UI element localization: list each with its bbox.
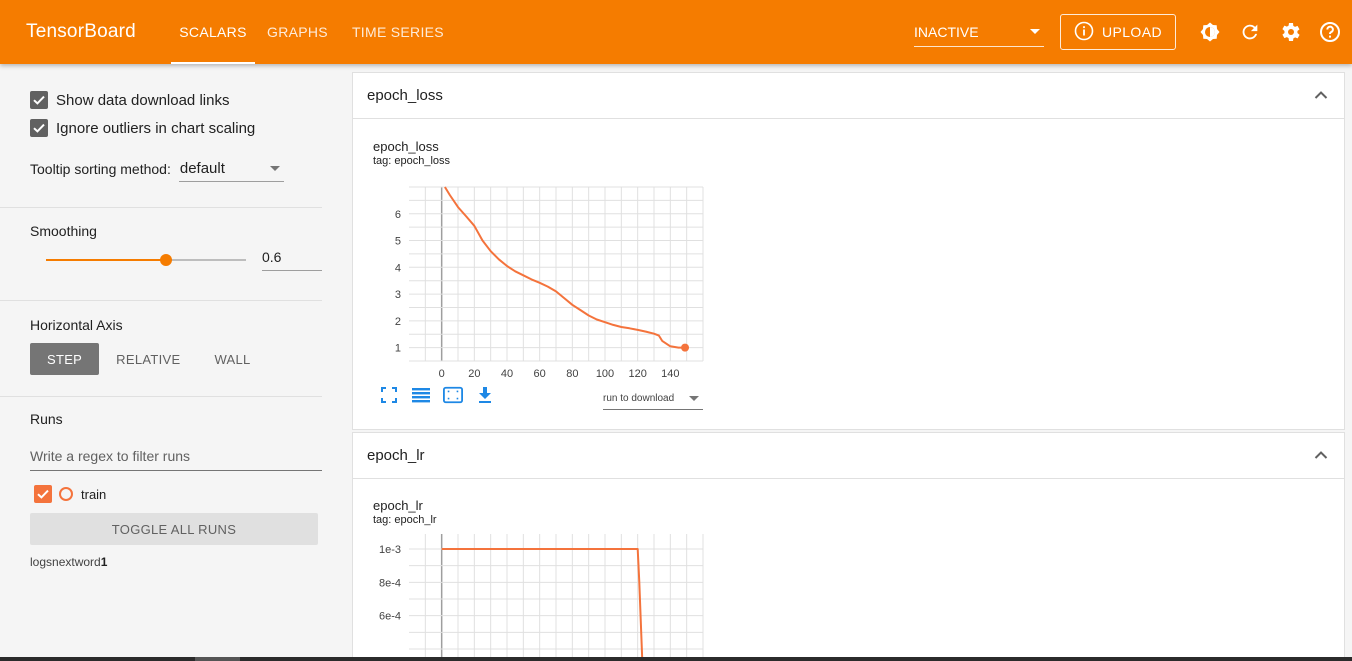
smoothing-section: Smoothing 0.6: [0, 208, 322, 301]
x-tick-label: 0: [439, 368, 445, 380]
smoothing-slider-fill: [46, 259, 166, 261]
toggle-all-runs-button[interactable]: TOGGLE ALL RUNS: [30, 513, 318, 545]
chart-title: epoch_loss: [373, 139, 439, 154]
fit-domain-icon[interactable]: [443, 385, 463, 405]
theme-toggle-icon[interactable]: [1190, 12, 1230, 52]
tag-group-header[interactable]: epoch_loss: [353, 73, 1344, 119]
chevron-down-icon: [689, 396, 699, 401]
show-download-links-option[interactable]: Show data download links: [0, 86, 322, 114]
epoch-loss-chart[interactable]: 1234560 20 40 60 80 100 120 140: [373, 170, 733, 390]
runs-section: Runs Write a regex to filter runs train …: [0, 397, 338, 569]
help-icon[interactable]: [1310, 12, 1350, 52]
show-download-links-label: Show data download links: [56, 91, 230, 109]
general-settings-section: Show data download links Ignore outliers…: [0, 64, 322, 208]
download-icon[interactable]: [475, 385, 495, 405]
y-tick-label: 2: [395, 316, 401, 328]
smoothing-value-input[interactable]: 0.6: [262, 243, 322, 271]
axis-wall-button[interactable]: WALL: [197, 343, 267, 375]
checkbox-checked-icon[interactable]: [30, 119, 48, 137]
ignore-outliers-option[interactable]: Ignore outliers in chart scaling: [0, 114, 322, 142]
horizontal-axis-toggle: STEP RELATIVE WALL: [0, 343, 322, 375]
smoothing-label: Smoothing: [30, 223, 97, 239]
tag-group-header[interactable]: epoch_lr: [353, 433, 1344, 479]
tab-time-series[interactable]: TIME SERIES: [340, 0, 456, 64]
y-tick-label: 1: [395, 343, 401, 355]
run-item-train[interactable]: train: [0, 479, 338, 509]
ignore-outliers-label: Ignore outliers in chart scaling: [56, 119, 256, 137]
upload-button[interactable]: UPLOAD: [1060, 14, 1176, 50]
chart-tag: tag: epoch_lr: [373, 514, 437, 526]
upload-label: UPLOAD: [1102, 24, 1162, 40]
epoch-lr-chart[interactable]: 1e-3 8e-4 6e-4: [373, 529, 733, 661]
scalars-main-pane: epoch_loss epoch_loss tag: epoch_loss 12…: [352, 64, 1352, 661]
y-tick-label: 3: [395, 289, 401, 301]
fullscreen-icon[interactable]: [379, 385, 399, 405]
tab-graphs[interactable]: GRAPHS: [255, 0, 340, 64]
x-tick-label: 100: [596, 368, 614, 380]
tooltip-sorting-value: default: [179, 160, 225, 177]
chevron-up-icon[interactable]: [1314, 447, 1328, 464]
chevron-down-icon: [269, 166, 280, 171]
refresh-icon[interactable]: [1230, 12, 1270, 52]
run-filter-input[interactable]: Write a regex to filter runs: [30, 441, 322, 471]
y-tick-label: 6: [395, 209, 401, 221]
plugin-status-value: INACTIVE: [914, 23, 979, 40]
horizontal-axis-label: Horizontal Axis: [30, 317, 123, 333]
x-tick-label: 40: [501, 368, 513, 380]
run-to-download-select[interactable]: run to download: [603, 388, 703, 410]
plugin-status-select[interactable]: INACTIVE: [914, 17, 1044, 47]
x-tick-label: 120: [628, 368, 646, 380]
tag-group-epoch-lr: epoch_lr epoch_lr tag: epoch_lr 1e-3 8e-4…: [352, 432, 1345, 661]
series-endpoint-marker: [681, 343, 690, 352]
toggle-log-scale-icon[interactable]: [411, 385, 431, 405]
smoothing-slider[interactable]: [46, 254, 246, 266]
logdir-prefix: logsnextword: [30, 555, 101, 569]
y-tick-label: 6e-4: [379, 611, 401, 623]
y-tick-label: 8e-4: [379, 577, 401, 589]
settings-sidebar: Show data download links Ignore outliers…: [0, 64, 338, 661]
x-tick-label: 60: [534, 368, 546, 380]
x-tick-label: 20: [468, 368, 480, 380]
tag-group-epoch-loss: epoch_loss epoch_loss tag: epoch_loss 12…: [352, 72, 1345, 430]
run-name: train: [81, 486, 107, 502]
axis-relative-button[interactable]: RELATIVE: [99, 343, 197, 375]
run-to-download-label: run to download: [603, 393, 675, 404]
tab-scalars[interactable]: SCALARS: [171, 0, 255, 64]
y-tick-label: 4: [395, 262, 401, 274]
checkbox-checked-icon[interactable]: [30, 91, 48, 109]
top-app-bar: TensorBoard SCALARS GRAPHS TIME SERIES I…: [0, 0, 1352, 64]
app-brand: TensorBoard: [26, 21, 136, 42]
run-color-circle-icon[interactable]: [59, 487, 73, 501]
tag-group-title: epoch_loss: [367, 87, 443, 104]
scrollbar-thumb[interactable]: [195, 657, 240, 661]
tooltip-sorting-label: Tooltip sorting method:: [30, 161, 171, 177]
runs-label: Runs: [30, 411, 63, 427]
logdir-suffix: 1: [100, 555, 108, 569]
x-tick-label: 140: [661, 368, 679, 380]
checkbox-checked-icon[interactable]: [34, 485, 52, 503]
chart-title: epoch_lr: [373, 498, 423, 513]
x-tick-label: 80: [566, 368, 578, 380]
tooltip-sorting-select[interactable]: default: [178, 156, 284, 182]
info-icon: [1074, 21, 1094, 44]
chevron-down-icon: [1030, 29, 1040, 34]
logdir-label: logsnextword1: [0, 555, 338, 569]
tooltip-sorting-row: Tooltip sorting method: default: [0, 156, 322, 182]
tag-group-title: epoch_lr: [367, 447, 425, 464]
window-bottom-edge: [0, 657, 1352, 661]
chevron-up-icon[interactable]: [1314, 87, 1328, 104]
smoothing-slider-row: 0.6: [0, 239, 322, 279]
chart-tag: tag: epoch_loss: [373, 155, 451, 167]
horizontal-axis-section: Horizontal Axis STEP RELATIVE WALL: [0, 301, 322, 397]
smoothing-slider-thumb[interactable]: [160, 254, 172, 266]
y-tick-label: 1e-3: [379, 544, 401, 556]
settings-icon[interactable]: [1270, 12, 1310, 52]
y-tick-label: 5: [395, 236, 401, 248]
axis-step-button[interactable]: STEP: [30, 343, 100, 375]
